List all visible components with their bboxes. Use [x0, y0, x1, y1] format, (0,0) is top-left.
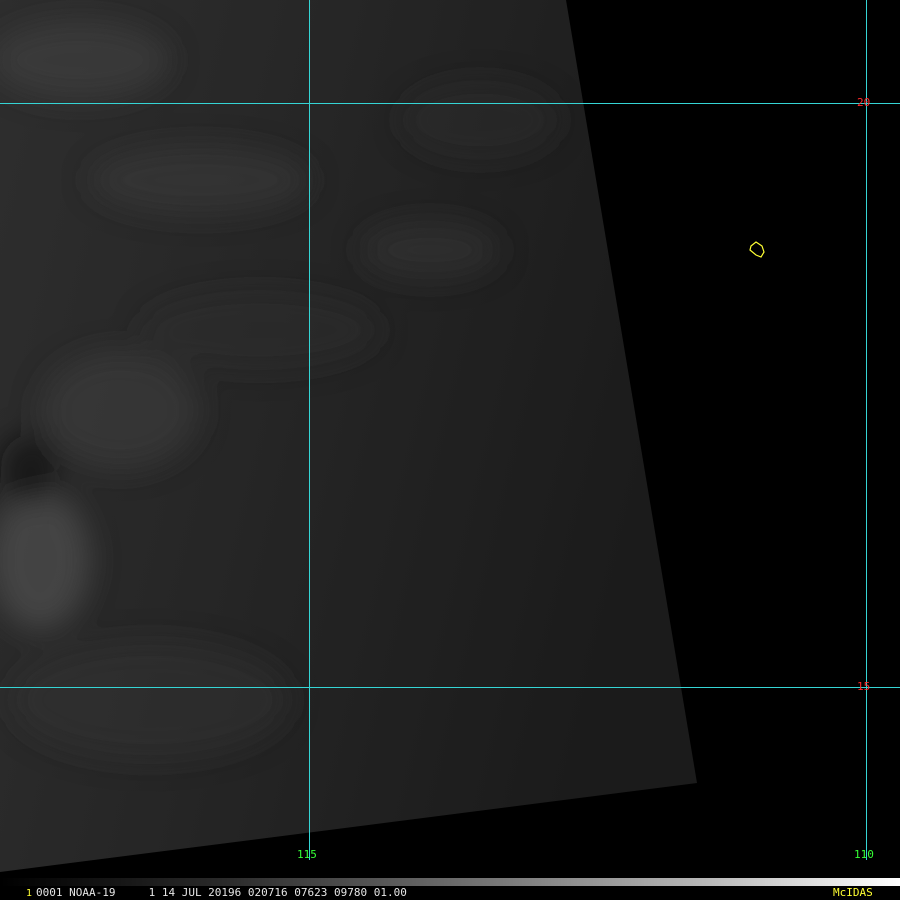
longitude-label-110: 110 [854, 848, 874, 861]
satellite-imagery-map [0, 0, 900, 872]
island-coastline [749, 241, 765, 258]
mcidas-label: McIDAS [833, 886, 873, 899]
satellite-image-frame: 20 15 115 110 1 0001 NOAA-19 1 14 JUL 20… [0, 0, 900, 900]
longitude-label-115: 115 [297, 848, 317, 861]
latitude-label-20: 20 [857, 96, 871, 109]
grayscale-bar [0, 878, 900, 886]
latitude-label-15: 15 [857, 680, 871, 693]
image-metadata-text: 0001 NOAA-19 1 14 JUL 20196 020716 07623… [36, 886, 407, 899]
frame-number: 1 [26, 888, 33, 899]
